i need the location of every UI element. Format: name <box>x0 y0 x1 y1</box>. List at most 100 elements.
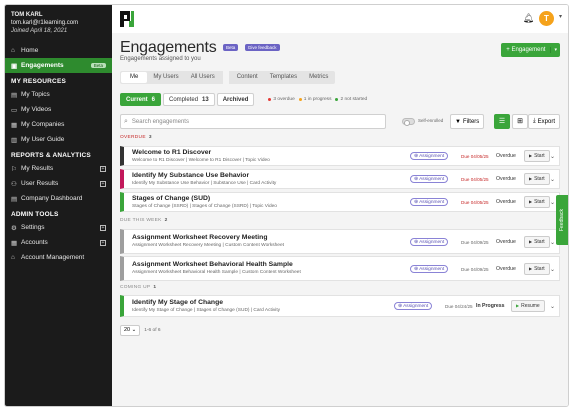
expand-icon[interactable]: + <box>100 239 106 246</box>
due-date: Due 04/05/25 <box>461 200 489 205</box>
export-button[interactable]: ⤓ Export <box>528 114 560 129</box>
filters-button[interactable]: ▼ Filters <box>450 114 485 129</box>
search-input[interactable]: ⌕ Search engagements <box>120 114 386 129</box>
chevron-down-icon[interactable]: ⌄ <box>550 199 555 206</box>
group-count: 3 <box>148 135 152 140</box>
avatar[interactable]: T <box>539 11 554 26</box>
card-subtitle: Assignment Worksheet Recovery Meeting | … <box>132 243 284 248</box>
tab-templates[interactable]: Templates <box>264 72 303 83</box>
sidebar-item-label: My Topics <box>21 91 50 98</box>
tab-all-users[interactable]: All Users <box>185 72 221 83</box>
play-icon: ▶ <box>516 303 520 308</box>
tab-my-users[interactable]: My Users <box>147 72 184 83</box>
card-title: Welcome to R1 Discover <box>132 149 212 156</box>
section-heading-resources: MY RESOURCES <box>11 78 67 85</box>
assignment-badge: ⊕ Assignment <box>410 152 449 160</box>
engagement-card[interactable]: Assignment Worksheet Behavioral Health S… <box>120 256 560 281</box>
sidebar-item-videos[interactable]: ▭ My Videos <box>5 102 112 117</box>
expand-icon[interactable]: + <box>100 165 106 172</box>
beta-pill: Beta <box>223 44 239 51</box>
card-status: Overdue <box>496 239 516 245</box>
overdue-dot-icon <box>268 98 272 101</box>
user-email: tom.karl@r1learning.com <box>11 20 79 26</box>
sidebar-item-label: My Companies <box>21 121 65 128</box>
accounts-icon: ▦ <box>11 239 18 247</box>
search-toolbar: ⌕ Search engagements Self-enrolled ▼ Fil… <box>120 114 560 129</box>
r1-logo[interactable] <box>120 11 134 27</box>
list-view-icon[interactable]: ☰ <box>494 114 510 129</box>
download-icon: ⤓ <box>533 118 536 124</box>
page-size-select[interactable]: 20 ⌄ <box>120 325 141 336</box>
guide-icon: ▥ <box>11 136 18 144</box>
status-archived-button[interactable]: Archived <box>216 93 255 106</box>
chevron-down-icon[interactable]: ⌄ <box>550 153 555 160</box>
card-subtitle: Stages of Change (SSRD) | Stages of Chan… <box>132 204 277 209</box>
expand-icon[interactable]: + <box>100 180 106 187</box>
page-info: 1-6 of 6 <box>144 328 161 333</box>
status-current-button[interactable]: Current 6 <box>120 93 162 106</box>
sidebar-item-engagements[interactable]: ▣ Engagements Beta <box>5 58 112 73</box>
engagement-card[interactable]: Stages of Change (SUD) Stages of Change … <box>120 192 560 212</box>
tab-me[interactable]: Me <box>121 72 148 83</box>
resume-button[interactable]: ▶ Resume <box>511 300 545 312</box>
self-enrolled-toggle[interactable] <box>402 118 415 126</box>
sidebar-item-account-management[interactable]: ⌂ Account Management <box>5 250 112 265</box>
play-icon: ▶ <box>529 199 533 204</box>
add-engagement-button[interactable]: + Engagement ▾ <box>501 43 560 57</box>
give-feedback-link[interactable]: Give feedback <box>244 44 280 51</box>
status-completed-button[interactable]: Completed 13 <box>163 93 215 106</box>
group-count: 2 <box>164 218 168 223</box>
sidebar-item-my-results[interactable]: ⚐ My Results + <box>5 161 112 176</box>
assignment-badge: ⊕ Assignment <box>410 198 449 206</box>
in-progress-dot-icon <box>298 98 302 101</box>
sidebar-item-companies[interactable]: ▦ My Companies <box>5 117 112 132</box>
group-coming-up-heading: COMING UP 1 <box>120 285 156 290</box>
expand-icon[interactable]: + <box>100 224 106 231</box>
sidebar-item-home[interactable]: ⌂ Home <box>5 43 112 58</box>
start-button[interactable]: ▶ Start <box>524 173 550 185</box>
sidebar-item-settings[interactable]: ⚙ Settings + <box>5 220 112 235</box>
start-button[interactable]: ▶ Start <box>524 196 550 208</box>
engagement-card[interactable]: Welcome to R1 Discover Welcome to R1 Dis… <box>120 146 560 166</box>
sidebar-item-label: Home <box>21 47 39 54</box>
engagement-card[interactable]: Identify My Stage of Change Identify My … <box>120 295 560 317</box>
legend-in-progress: 1 in progress <box>303 97 332 102</box>
card-title: Stages of Change (SUD) <box>132 195 211 202</box>
chevron-down-icon[interactable]: ⌄ <box>550 239 555 246</box>
sidebar-item-user-results[interactable]: ⚇ User Results + <box>5 176 112 191</box>
assignment-badge: ⊕ Assignment <box>410 238 449 246</box>
sidebar-item-label: Accounts <box>21 239 48 246</box>
sidebar-item-company-dashboard[interactable]: ▤ Company Dashboard <box>5 191 112 206</box>
filter-icon: ▼ <box>455 118 461 125</box>
tab-content[interactable]: Content <box>231 72 264 83</box>
chevron-down-icon[interactable]: ⌄ <box>550 266 555 273</box>
chevron-down-icon[interactable]: ▾ <box>559 13 562 20</box>
feedback-tab[interactable]: Feedback <box>556 195 568 245</box>
start-button[interactable]: ▶ Start <box>524 150 550 162</box>
bell-icon[interactable]: 🔔︎ <box>523 13 534 24</box>
company-icon: ▦ <box>11 121 18 129</box>
due-date: Due 04/24/25 <box>445 304 473 309</box>
page-title: Engagements <box>120 39 217 56</box>
chevron-down-icon[interactable]: ▾ <box>550 47 560 53</box>
chevron-down-icon[interactable]: ⌄ <box>550 303 555 310</box>
play-icon: ▶ <box>529 176 533 181</box>
view-tabs: Me My Users All Users Content Templates … <box>120 71 336 84</box>
beta-badge: Beta <box>90 63 106 68</box>
group-label: OVERDUE <box>120 135 146 140</box>
dashboard-icon: ▤ <box>11 195 18 203</box>
sidebar-item-label: Company Dashboard <box>21 195 83 202</box>
chevron-down-icon[interactable]: ⌄ <box>550 176 555 183</box>
sidebar-item-label: User Results <box>21 180 59 187</box>
sidebar-item-guide[interactable]: ▥ My User Guide <box>5 132 112 147</box>
engagement-card[interactable]: Identify My Substance Use Behavior Ident… <box>120 169 560 189</box>
sidebar-item-topics[interactable]: ▤ My Topics <box>5 87 112 102</box>
grid-view-icon[interactable]: ⊞ <box>512 114 528 129</box>
sidebar-item-label: My Videos <box>21 106 52 113</box>
engagement-card[interactable]: Assignment Worksheet Recovery Meeting As… <box>120 229 560 254</box>
start-button[interactable]: ▶ Start <box>524 236 550 248</box>
sidebar-item-accounts[interactable]: ▦ Accounts + <box>5 235 112 250</box>
tab-metrics[interactable]: Metrics <box>303 72 334 83</box>
start-button[interactable]: ▶ Start <box>524 263 550 275</box>
sidebar-item-label: My User Guide <box>21 136 65 143</box>
